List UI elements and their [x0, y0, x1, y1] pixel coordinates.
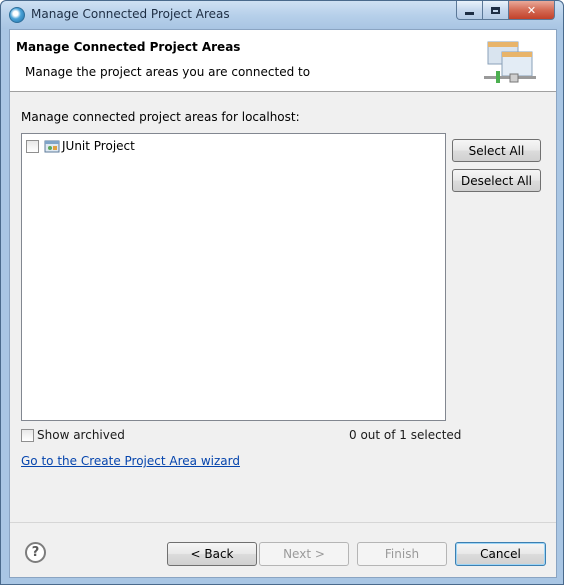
project-label: JUnit Project: [62, 139, 135, 153]
project-checkbox[interactable]: [26, 139, 39, 153]
select-all-label: Select All: [468, 143, 525, 158]
selection-count: 0 out of 1 selected: [349, 428, 462, 442]
dialog-window: Manage Connected Project Areas ✕ Manage …: [0, 0, 564, 585]
show-archived-checkbox[interactable]: [21, 428, 34, 442]
create-project-area-wizard-link[interactable]: Go to the Create Project Area wizard: [21, 454, 240, 468]
window-title: Manage Connected Project Areas: [31, 7, 230, 21]
title-bar[interactable]: Manage Connected Project Areas ✕: [1, 1, 563, 29]
app-icon: [9, 7, 25, 23]
list-item[interactable]: JUnit Project: [26, 138, 135, 154]
next-label: Next >: [283, 547, 325, 561]
back-button[interactable]: < Back: [167, 542, 257, 566]
wizard-header: Manage Connected Project Areas Manage th…: [10, 30, 556, 92]
maximize-button[interactable]: [482, 1, 509, 20]
finish-button[interactable]: Finish: [357, 542, 447, 566]
page-description: Manage the project areas you are connect…: [25, 65, 311, 79]
back-label: < Back: [190, 547, 234, 561]
next-button[interactable]: Next >: [259, 542, 349, 566]
connected-project-areas-banner-icon: [484, 41, 536, 83]
project-area-list[interactable]: JUnit Project: [21, 133, 446, 421]
maximize-icon: [491, 6, 500, 14]
cancel-button[interactable]: Cancel: [455, 542, 546, 566]
close-button[interactable]: ✕: [508, 1, 555, 20]
deselect-all-label: Deselect All: [461, 173, 532, 188]
select-all-button[interactable]: Select All: [452, 139, 541, 162]
footer-divider: [10, 522, 556, 523]
finish-label: Finish: [384, 547, 420, 561]
deselect-all-button[interactable]: Deselect All: [452, 169, 541, 192]
dialog-content: Manage Connected Project Areas Manage th…: [9, 29, 557, 578]
close-icon: ✕: [526, 3, 537, 17]
show-archived-option[interactable]: Show archived: [21, 428, 125, 442]
cancel-label: Cancel: [480, 547, 521, 561]
page-title: Manage Connected Project Areas: [16, 40, 241, 54]
help-icon[interactable]: ?: [25, 542, 46, 563]
project-areas-section-label: Manage connected project areas for local…: [21, 110, 300, 124]
minimize-icon: [465, 11, 474, 15]
show-archived-label: Show archived: [37, 428, 125, 442]
project-area-icon: [44, 140, 60, 153]
minimize-button[interactable]: [456, 1, 483, 20]
